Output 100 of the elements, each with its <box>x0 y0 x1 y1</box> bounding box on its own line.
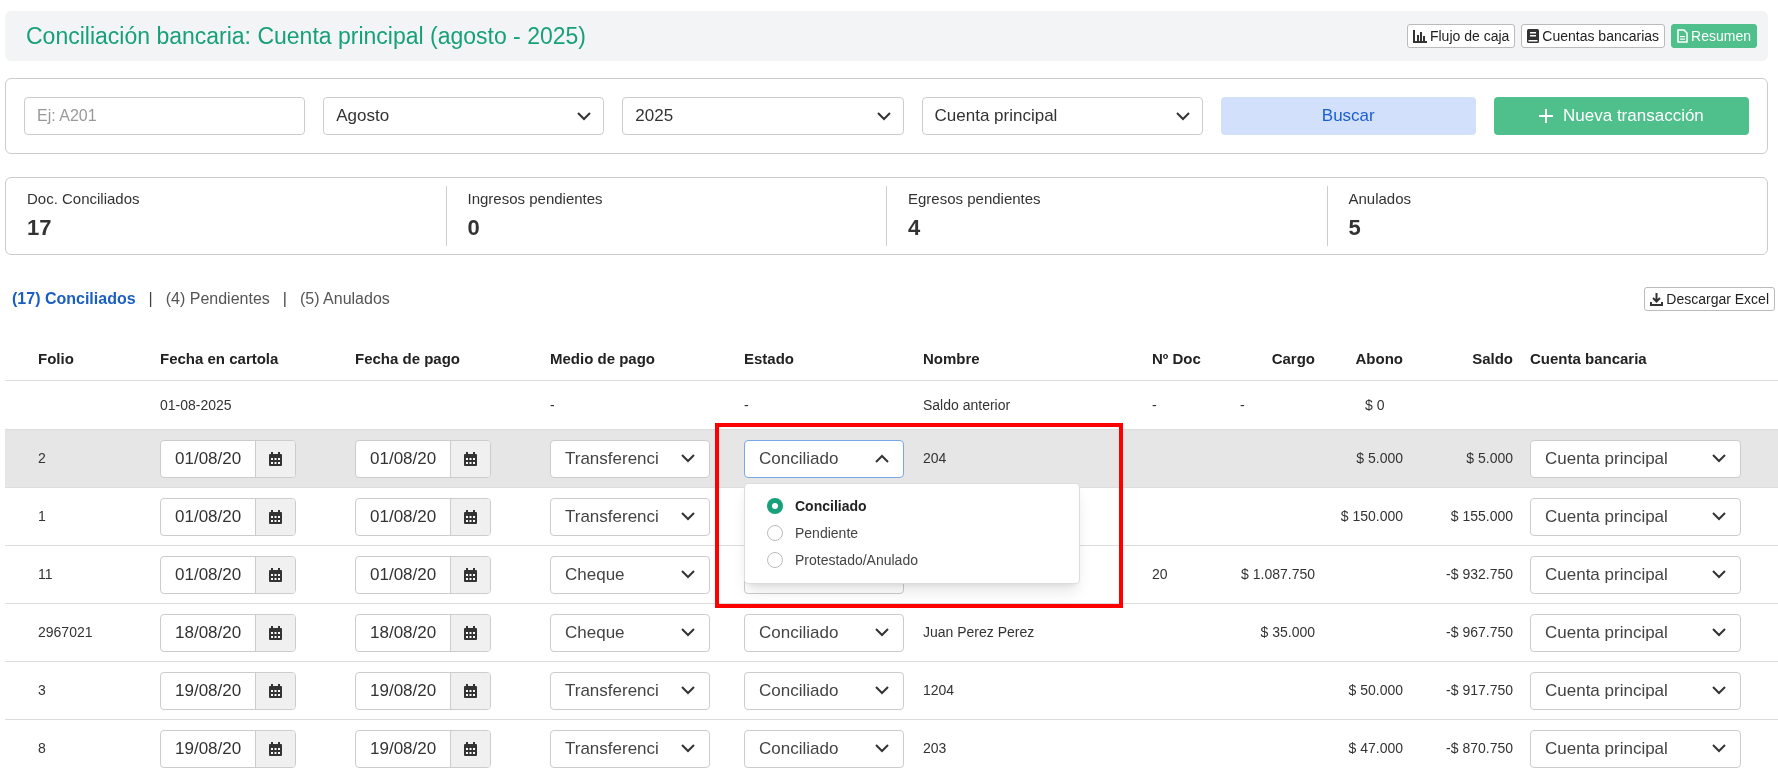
table-cell-text: -$ 870.750 <box>1445 739 1513 758</box>
table-cell-text: $ 0 <box>1364 395 1386 415</box>
column-header: Fecha en cartola <box>159 349 280 370</box>
table-cell-text: - <box>549 395 556 415</box>
chevron-down-icon <box>1712 512 1726 521</box>
column-header: Nº Doc <box>1151 349 1202 370</box>
year-select[interactable]: 2025 <box>622 97 904 135</box>
chevron-down-icon <box>681 744 695 753</box>
chevron-up-icon <box>875 454 889 463</box>
table-cell-text: 203 <box>922 739 948 758</box>
chevron-down-icon <box>875 744 889 753</box>
header-button[interactable]: Cuentas bancarias <box>1521 24 1666 48</box>
table-cell-text: $ 47.000 <box>1347 739 1403 758</box>
filter-tab[interactable]: (17) Conciliados <box>12 287 136 311</box>
column-header: Abono <box>1354 349 1403 370</box>
table-cell-text: $ 155.000 <box>1449 507 1513 526</box>
table-cell-text: 204 <box>922 449 948 468</box>
table-cell-text: Juan Perez Perez <box>922 623 1036 642</box>
radio-button[interactable] <box>767 525 783 541</box>
chevron-down-icon <box>876 111 891 121</box>
table-cell-text: 8 <box>37 739 47 758</box>
filter-tab[interactable]: (4) Pendientes <box>165 287 270 311</box>
stat-value: 0 <box>467 213 481 242</box>
status-option[interactable]: Pendiente <box>745 519 1079 547</box>
search-button[interactable]: Buscar <box>1220 97 1476 135</box>
status-option[interactable]: Conciliado <box>745 492 1079 520</box>
status-select[interactable]: Conciliado <box>744 439 904 478</box>
chevron-down-icon <box>1712 454 1726 463</box>
column-header: Cuenta bancaria <box>1529 349 1648 370</box>
month-select[interactable]: Agosto <box>323 97 605 135</box>
stat-value: 17 <box>27 213 53 242</box>
stat-value: 4 <box>908 213 922 242</box>
option-label: Protestado/Anulado <box>795 550 918 570</box>
payment-method-select[interactable]: Cheque <box>550 555 710 594</box>
table-cell-text: 2967021 <box>37 623 94 642</box>
chevron-down-icon <box>1175 111 1190 121</box>
column-header: Folio <box>37 349 75 370</box>
payment-method-select[interactable]: Transferenci <box>550 671 710 710</box>
chevron-down-icon <box>681 570 695 579</box>
option-label: Pendiente <box>795 523 859 543</box>
chevron-down-icon <box>681 512 695 521</box>
table-cell-text: $ 1.087.750 <box>1240 565 1315 584</box>
column-header: Nombre <box>922 349 981 370</box>
search-field[interactable]: Ej: A201 <box>24 97 306 135</box>
status-select[interactable]: Conciliado <box>744 613 904 652</box>
chevron-down-icon <box>1712 744 1726 753</box>
table-cell-text: $ 150.000 <box>1339 507 1403 526</box>
download-icon <box>1650 292 1664 306</box>
table-cell-text: - <box>1151 395 1158 415</box>
column-header: Fecha de pago <box>354 349 462 370</box>
tab-separator: | <box>282 289 287 309</box>
bank-account-select[interactable]: Cuenta principal <box>1530 671 1741 710</box>
header-button[interactable]: Flujo de caja <box>1406 24 1516 48</box>
column-header: Estado <box>743 349 795 370</box>
chevron-down-icon <box>681 686 695 695</box>
table-cell-text: Saldo anterior <box>922 395 1012 415</box>
payment-method-select[interactable]: Cheque <box>550 613 710 652</box>
table-cell-text: - <box>743 395 750 415</box>
radio-button[interactable] <box>767 498 783 514</box>
table-cell-text: $ 35.000 <box>1259 623 1315 642</box>
status-option[interactable]: Protestado/Anulado <box>745 546 1079 574</box>
bank-account-select[interactable]: Cuenta principal <box>1530 729 1741 768</box>
tab-separator: | <box>148 289 153 309</box>
plus-icon <box>1539 109 1554 123</box>
payment-method-select[interactable]: Transferenci <box>550 497 710 536</box>
table-cell-text: - <box>1239 395 1246 415</box>
filter-tab[interactable]: (5) Anulados <box>299 287 390 311</box>
chevron-down-icon <box>875 686 889 695</box>
table-cell-text: 01-08-2025 <box>159 395 233 415</box>
status-select[interactable]: Conciliado <box>744 671 904 710</box>
stat-label: Egresos pendientes <box>908 189 1042 210</box>
table-cell-text: 20 <box>1151 565 1169 584</box>
payment-method-select[interactable]: Transferenci <box>550 439 710 478</box>
document-icon <box>1677 29 1689 43</box>
stat-label: Ingresos pendientes <box>467 189 604 210</box>
table-cell-text: $ 5.000 <box>1355 449 1403 468</box>
status-select[interactable]: Conciliado <box>744 729 904 768</box>
chevron-down-icon <box>1712 686 1726 695</box>
stat-label: Anulados <box>1348 189 1413 210</box>
radio-button[interactable] <box>767 552 783 568</box>
bank-account-select[interactable]: Cuenta principal <box>1530 555 1741 594</box>
chevron-down-icon <box>875 628 889 637</box>
bank-account-select[interactable]: Cuenta principal <box>1530 497 1741 536</box>
table-cell-text: -$ 967.750 <box>1445 623 1513 642</box>
chevron-down-icon <box>577 111 592 121</box>
bank-account-select[interactable]: Cuenta principal <box>1530 439 1741 478</box>
bar-chart-icon <box>1412 29 1427 43</box>
chevron-down-icon <box>1712 570 1726 579</box>
table-cell-text: -$ 932.750 <box>1445 565 1513 584</box>
account-select[interactable]: Cuenta principal <box>921 97 1203 135</box>
bank-account-select[interactable]: Cuenta principal <box>1530 613 1741 652</box>
table-cell-text: $ 50.000 <box>1347 681 1403 700</box>
column-header: Cargo <box>1270 349 1315 370</box>
chevron-down-icon <box>681 454 695 463</box>
payment-method-select[interactable]: Transferenci <box>550 729 710 768</box>
column-header: Medio de pago <box>549 349 656 370</box>
book-icon <box>1527 29 1540 43</box>
table-cell-text: 2 <box>37 449 47 468</box>
page-title: Conciliación bancaria: Cuenta principal (agosto - 2025) <box>26 21 586 51</box>
download-excel-button[interactable]: Descargar Excel <box>1644 287 1775 311</box>
